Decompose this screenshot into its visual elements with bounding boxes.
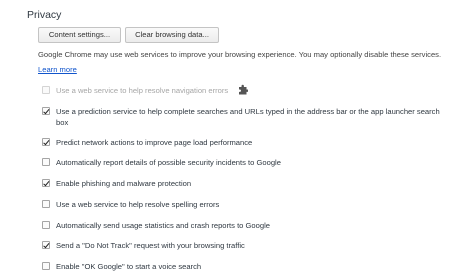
ok-google-checkbox[interactable] — [42, 262, 50, 270]
predict-network-checkbox[interactable] — [42, 138, 50, 146]
security-incidents-checkbox[interactable] — [42, 158, 50, 166]
spelling-errors-checkbox[interactable] — [42, 200, 50, 208]
option-label: Enable "OK Google" to start a voice sear… — [56, 262, 202, 271]
option-label: Automatically send usage statistics and … — [56, 221, 271, 230]
prediction-service-checkbox[interactable] — [42, 107, 50, 115]
content-settings-button[interactable]: Content settings... — [38, 27, 121, 43]
do-not-track-checkbox[interactable] — [42, 241, 50, 249]
option-label: Use a web service to help resolve naviga… — [56, 86, 229, 95]
clear-browsing-data-button[interactable]: Clear browsing data... — [125, 27, 219, 43]
option-label: Enable phishing and malware protection — [56, 179, 192, 188]
option-label: Predict network actions to improve page … — [56, 138, 253, 147]
phishing-protection-checkbox[interactable] — [42, 179, 50, 187]
learn-more-link[interactable]: Learn more — [38, 65, 77, 74]
navigation-errors-checkbox — [42, 86, 50, 94]
usage-statistics-checkbox[interactable] — [42, 221, 50, 229]
option-label: Automatically report details of possible… — [56, 158, 281, 167]
option-label: Use a prediction service to help complet… — [56, 107, 440, 127]
section-title: Privacy — [27, 9, 62, 21]
description-text: Google Chrome may use web services to im… — [38, 50, 442, 59]
option-label: Send a "Do Not Track" request with your … — [56, 241, 245, 250]
privacy-description: Google Chrome may use web services to im… — [38, 48, 448, 77]
puzzle-piece-icon[interactable] — [238, 84, 248, 95]
option-label: Use a web service to help resolve spelli… — [56, 200, 220, 209]
